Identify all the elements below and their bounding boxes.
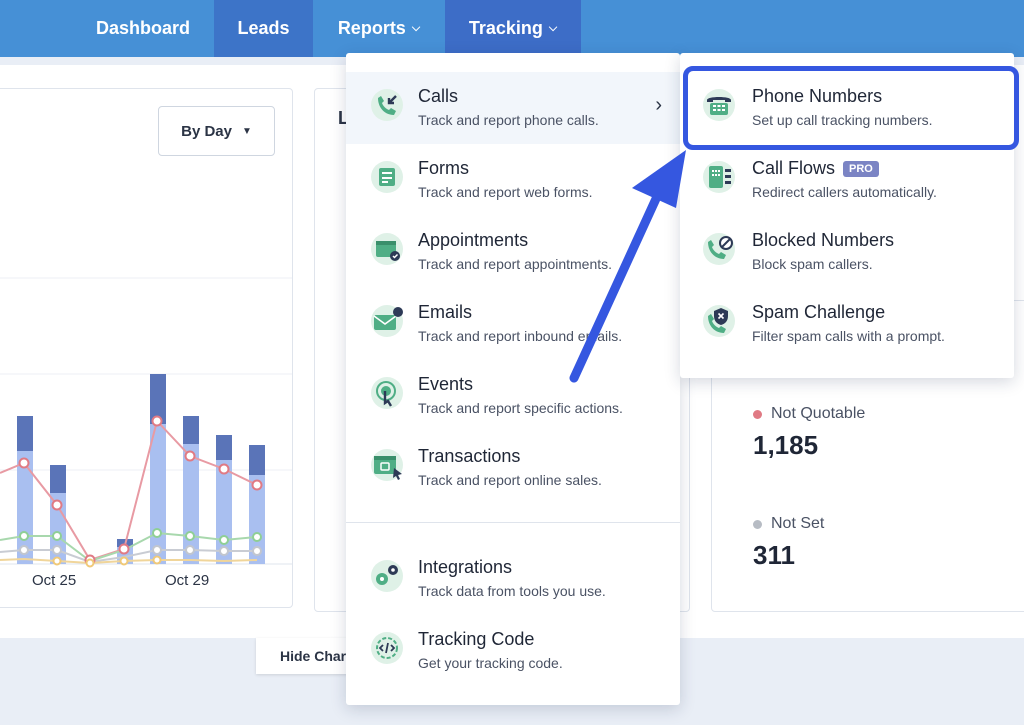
stat-label-text: Not Quotable [771,405,866,422]
nav-reports-label: Reports [337,18,406,38]
menu-item-title: Blocked Numbers [752,230,895,250]
status-dot-icon [753,519,762,529]
menu-item-title-text: Call Flows [752,158,836,178]
status-dot-icon [753,409,762,419]
data-point [252,532,262,542]
chevron-down-icon: ⌵ [411,22,421,34]
bar-top [183,416,199,444]
nav-leads[interactable]: Leads [214,0,313,57]
stat-label-not-set: Not Set [753,515,824,533]
nav-dashboard-label: Dashboard [95,18,191,38]
menu-item-desc: Block spam callers. [752,256,873,272]
data-point [85,558,95,568]
touch-icon [371,377,403,409]
bar [150,424,166,564]
menu-item-title: Calls [418,86,459,106]
nav-tracking[interactable]: Tracking ⌵ [445,0,581,57]
form-icon [371,161,403,193]
data-point [152,555,162,565]
view-select-label: By Day [181,122,232,140]
nav-dashboard[interactable]: Dashboard [72,0,214,57]
nav-reports[interactable]: Reports ⌵ [313,0,445,57]
menu-item-tracking-code[interactable]: Tracking Code Get your tracking code. [346,615,680,687]
stat-label-text: Not Set [771,515,825,532]
menu-item-desc: Track and report specific actions. [418,400,623,416]
data-point [52,531,62,541]
nav-leads-label: Leads [237,18,290,38]
menu-item-title: Integrations [418,557,513,577]
caret-down-icon: ▼ [241,125,252,137]
data-point [19,545,29,555]
menu-item-title: Spam Challenge [752,302,886,322]
data-point [185,545,195,555]
menu-item-title: Transactions [418,446,521,466]
data-point [252,546,262,556]
hide-chart-button[interactable]: Hide Chart [256,638,356,674]
x-tick-label: Oct 25 [32,572,77,589]
menu-item-desc: Get your tracking code. [418,655,563,671]
stat-label-not-quotable: Not Quotable [753,405,865,423]
data-point [184,450,196,462]
annotation-arrow-icon [569,150,686,383]
bar-top [17,416,33,451]
data-point [51,499,63,511]
menu-divider [346,522,680,523]
menu-item-title: Call Flows PRO [752,158,879,179]
data-point [19,531,29,541]
data-point [219,535,229,545]
email-icon [371,305,403,337]
hide-chart-label: Hide Chart [280,648,351,664]
data-point [185,531,195,541]
menu-item-desc: Redirect callers automatically. [752,184,937,200]
shopping-bag-icon [371,449,403,481]
stat-value-not-set: 311 [753,540,795,570]
data-point [151,415,163,427]
bar-top [249,445,265,475]
nav-tracking-label: Tracking [468,18,543,38]
chevron-right-icon: › [655,94,662,116]
menu-item-title: Tracking Code [418,629,535,649]
data-point [152,545,162,555]
menu-item-title: Emails [418,302,473,322]
stat-value-not-quotable: 1,185 [753,430,819,460]
menu-item-desc: Track and report phone calls. [418,112,599,128]
bar-top [216,435,232,460]
data-point [218,463,230,475]
menu-item-desc: Track data from tools you use. [418,583,606,599]
calendar-icon [371,233,403,265]
menu-item-title: Events [418,374,474,394]
chevron-down-icon: ⌵ [548,22,558,34]
menu-item-transactions[interactable]: Transactions Track and report online sal… [346,432,680,504]
bar-top [50,465,66,493]
menu-item-title: Forms [418,158,469,178]
code-icon [371,632,403,664]
data-point [118,543,130,555]
data-point [251,479,263,491]
gears-icon [371,560,403,592]
menu-item-desc: Track and report online sales. [418,472,602,488]
data-point [52,545,62,555]
menu-item-desc: Filter spam calls with a prompt. [752,328,945,344]
x-tick-label: Oct 29 [165,572,210,589]
data-point [18,457,30,469]
submenu-item-blocked-numbers[interactable]: Blocked Numbers Block spam callers. [680,216,1014,288]
data-point [119,556,129,566]
menu-item-integrations[interactable]: Integrations Track data from tools you u… [346,543,680,615]
menu-item-calls[interactable]: Calls Track and report phone calls. › [346,72,680,144]
highlight-box [683,66,1019,150]
bar-line-chart [0,277,292,568]
menu-item-title: Appointments [418,230,529,250]
data-point [219,546,229,556]
pro-badge: PRO [843,160,879,177]
submenu-item-call-flows[interactable]: Call Flows PRO Redirect callers automatic… [680,144,1014,216]
submenu-item-spam-challenge[interactable]: Spam Challenge Filter spam calls with a … [680,288,1014,360]
data-point [152,528,162,538]
top-nav: Dashboard Leads Reports ⌵ Tracking ⌵ [0,0,1024,57]
view-select[interactable]: By Day ▼ [158,106,275,156]
data-point [52,556,62,566]
phone-call-icon [371,89,403,121]
